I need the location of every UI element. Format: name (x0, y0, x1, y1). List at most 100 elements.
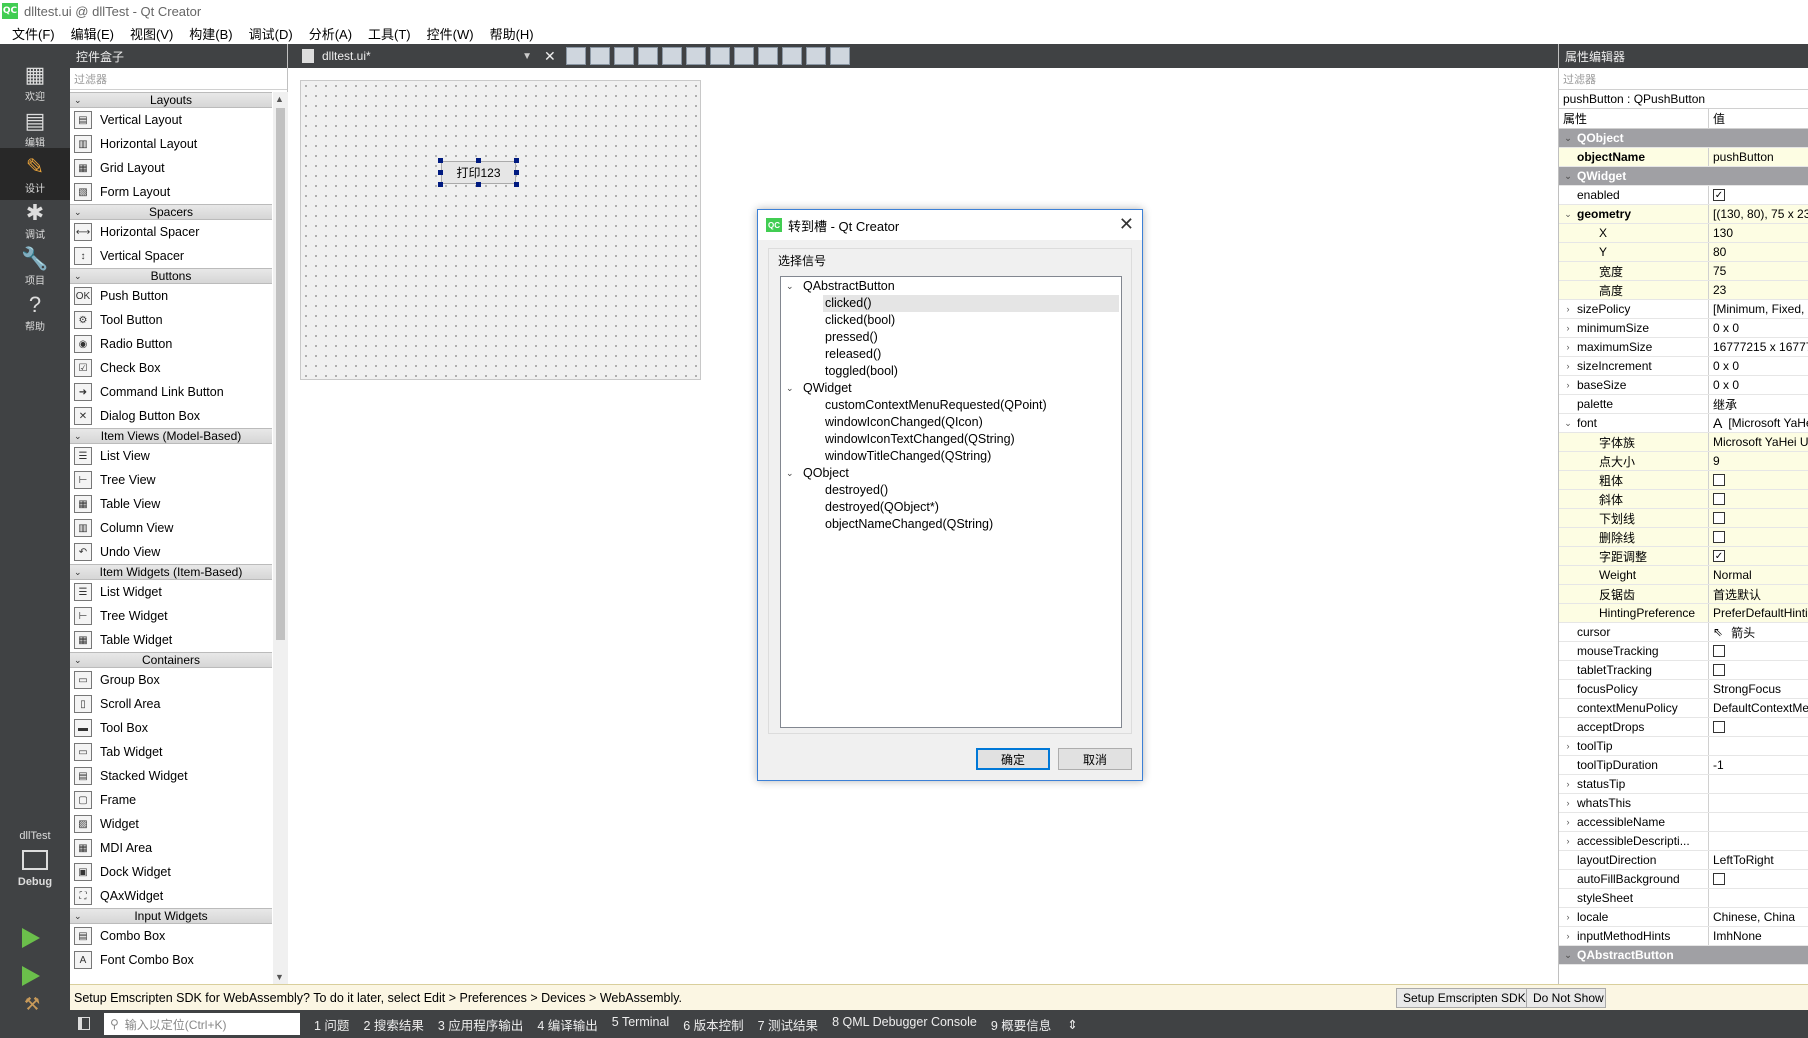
property-value[interactable] (1709, 718, 1808, 736)
property-row[interactable]: › whatsThis (1559, 794, 1808, 813)
checkbox-unchecked[interactable] (1713, 664, 1725, 676)
column-header-value[interactable]: 值 (1709, 109, 1725, 128)
column-header-property[interactable]: 属性 (1559, 109, 1709, 128)
checkbox-unchecked[interactable] (1713, 721, 1725, 733)
layout-grid-icon[interactable] (781, 47, 802, 65)
widget-item[interactable]: ◉ Radio Button (70, 332, 272, 356)
widget-item[interactable]: ▤ Combo Box (70, 924, 272, 948)
property-value[interactable]: 80 (1709, 243, 1808, 261)
output-pane-tab[interactable]: 9 概要信息 (991, 1015, 1051, 1034)
widget-item[interactable]: ▦ Table Widget (70, 628, 272, 652)
property-row[interactable]: 反锯齿 首选默认 (1559, 585, 1808, 604)
resize-handle[interactable] (514, 170, 519, 175)
widget-item[interactable]: ▦ Grid Layout (70, 156, 272, 180)
checkbox-unchecked[interactable] (1713, 474, 1725, 486)
cancel-button[interactable]: 取消 (1058, 748, 1132, 770)
widget-item[interactable]: ▢ Frame (70, 788, 272, 812)
property-value[interactable] (1709, 889, 1808, 907)
property-value[interactable] (1709, 813, 1808, 831)
checkbox-unchecked[interactable] (1713, 493, 1725, 505)
form-push-button[interactable]: 打印123 (441, 161, 516, 184)
widget-item[interactable]: ▯ Scroll Area (70, 692, 272, 716)
checkbox-unchecked[interactable] (1713, 645, 1725, 657)
property-row[interactable]: › accessibleName (1559, 813, 1808, 832)
property-row[interactable]: 粗体 (1559, 471, 1808, 490)
property-row[interactable]: toolTipDuration -1 (1559, 756, 1808, 775)
mode-wrench[interactable]: 🔧 项目 (0, 240, 70, 292)
property-value[interactable]: 0 x 0 (1709, 376, 1808, 394)
property-value[interactable] (1709, 870, 1808, 888)
property-row[interactable]: acceptDrops (1559, 718, 1808, 737)
property-row[interactable]: › inputMethodHints ImhNone (1559, 927, 1808, 946)
property-row[interactable]: › maximumSize 16777215 x 16777215 (1559, 338, 1808, 357)
property-value[interactable]: LeftToRight (1709, 851, 1808, 869)
property-row[interactable]: › toolTip (1559, 737, 1808, 756)
property-value[interactable]: DefaultContextMenu (1709, 699, 1808, 717)
widget-item[interactable]: ▧ Form Layout (70, 180, 272, 204)
widget-category-header[interactable]: ⌄ Item Views (Model-Based) (70, 428, 272, 444)
property-group-header[interactable]: ⌄ QWidget (1559, 167, 1808, 186)
widget-item[interactable]: ▣ Dock Widget (70, 860, 272, 884)
property-row[interactable]: › statusTip (1559, 775, 1808, 794)
property-value[interactable]: PreferDefaultHinting (1709, 604, 1808, 622)
output-pane-tab[interactable]: 8 QML Debugger Console (832, 1015, 977, 1034)
property-row[interactable]: 高度 23 (1559, 281, 1808, 300)
checkbox-unchecked[interactable] (1713, 873, 1725, 885)
widget-item[interactable]: ➜ Command Link Button (70, 380, 272, 404)
widget-item[interactable]: ▥ Column View (70, 516, 272, 540)
signal-item[interactable]: windowTitleChanged(QString) (781, 448, 1121, 465)
menu-item[interactable]: 帮助(H) (482, 24, 542, 43)
property-value[interactable] (1709, 775, 1808, 793)
property-row[interactable]: X 130 (1559, 224, 1808, 243)
widget-item[interactable]: ⊢ Tree Widget (70, 604, 272, 628)
property-value[interactable]: Microsoft YaHei UI (1709, 433, 1808, 451)
widget-item[interactable]: ▬ Tool Box (70, 716, 272, 740)
widget-category-header[interactable]: ⌄ Layouts (70, 92, 272, 108)
layout-form-icon[interactable] (757, 47, 778, 65)
property-value[interactable]: ✓ (1709, 186, 1808, 204)
property-value[interactable]: 0 x 0 (1709, 357, 1808, 375)
widget-item[interactable]: ▥ Horizontal Layout (70, 132, 272, 156)
resize-handle[interactable] (438, 182, 443, 187)
checkbox-checked[interactable]: ✓ (1713, 550, 1725, 562)
property-value[interactable] (1709, 661, 1808, 679)
menu-item[interactable]: 视图(V) (122, 24, 181, 43)
widget-item[interactable]: ☰ List Widget (70, 580, 272, 604)
mode-grid[interactable]: ▦ 欢迎 (0, 56, 70, 108)
menu-item[interactable]: 文件(F) (4, 24, 63, 43)
widget-item[interactable]: ⟷ Horizontal Spacer (70, 220, 272, 244)
property-row[interactable]: Weight Normal (1559, 566, 1808, 585)
ok-button[interactable]: 确定 (976, 748, 1050, 770)
signal-item[interactable]: pressed() (781, 329, 1121, 346)
signal-item[interactable]: released() (781, 346, 1121, 363)
resize-handle[interactable] (438, 170, 443, 175)
menu-item[interactable]: 分析(A) (301, 24, 360, 43)
property-filter-input[interactable]: 过滤器 (1559, 68, 1808, 90)
property-row[interactable]: enabled ✓ (1559, 186, 1808, 205)
do-not-show-again-button[interactable]: Do Not Show Again (1526, 988, 1606, 1008)
property-value[interactable]: 首选默认 (1709, 585, 1808, 603)
property-row[interactable]: tabletTracking (1559, 661, 1808, 680)
resize-handle[interactable] (438, 158, 443, 163)
property-value[interactable]: 16777215 x 16777215 (1709, 338, 1808, 356)
widget-item[interactable]: ↕ Vertical Spacer (70, 244, 272, 268)
signal-item[interactable]: clicked() (781, 295, 1121, 312)
signal-item[interactable]: windowIconTextChanged(QString) (781, 431, 1121, 448)
property-row[interactable]: 宽度 75 (1559, 262, 1808, 281)
property-row[interactable]: › locale Chinese, China (1559, 908, 1808, 927)
property-row[interactable]: focusPolicy StrongFocus (1559, 680, 1808, 699)
property-value[interactable] (1709, 794, 1808, 812)
output-pane-tab[interactable]: 6 版本控制 (683, 1015, 743, 1034)
property-value[interactable]: Normal (1709, 566, 1808, 584)
edit-buddies-icon[interactable] (613, 47, 634, 65)
property-row[interactable]: › baseSize 0 x 0 (1559, 376, 1808, 395)
more-panes-icon[interactable]: ⇕ (1067, 1017, 1077, 1032)
property-value[interactable]: 130 (1709, 224, 1808, 242)
widget-category-header[interactable]: ⌄ Spacers (70, 204, 272, 220)
widget-category-header[interactable]: ⌄ Buttons (70, 268, 272, 284)
property-row[interactable]: cursor ⇖ 箭头 (1559, 623, 1808, 642)
property-row[interactable]: 点大小 9 (1559, 452, 1808, 471)
widget-category-header[interactable]: ⌄ Input Widgets (70, 908, 272, 924)
property-row[interactable]: › minimumSize 0 x 0 (1559, 319, 1808, 338)
widget-item[interactable]: ▦ Table View (70, 492, 272, 516)
